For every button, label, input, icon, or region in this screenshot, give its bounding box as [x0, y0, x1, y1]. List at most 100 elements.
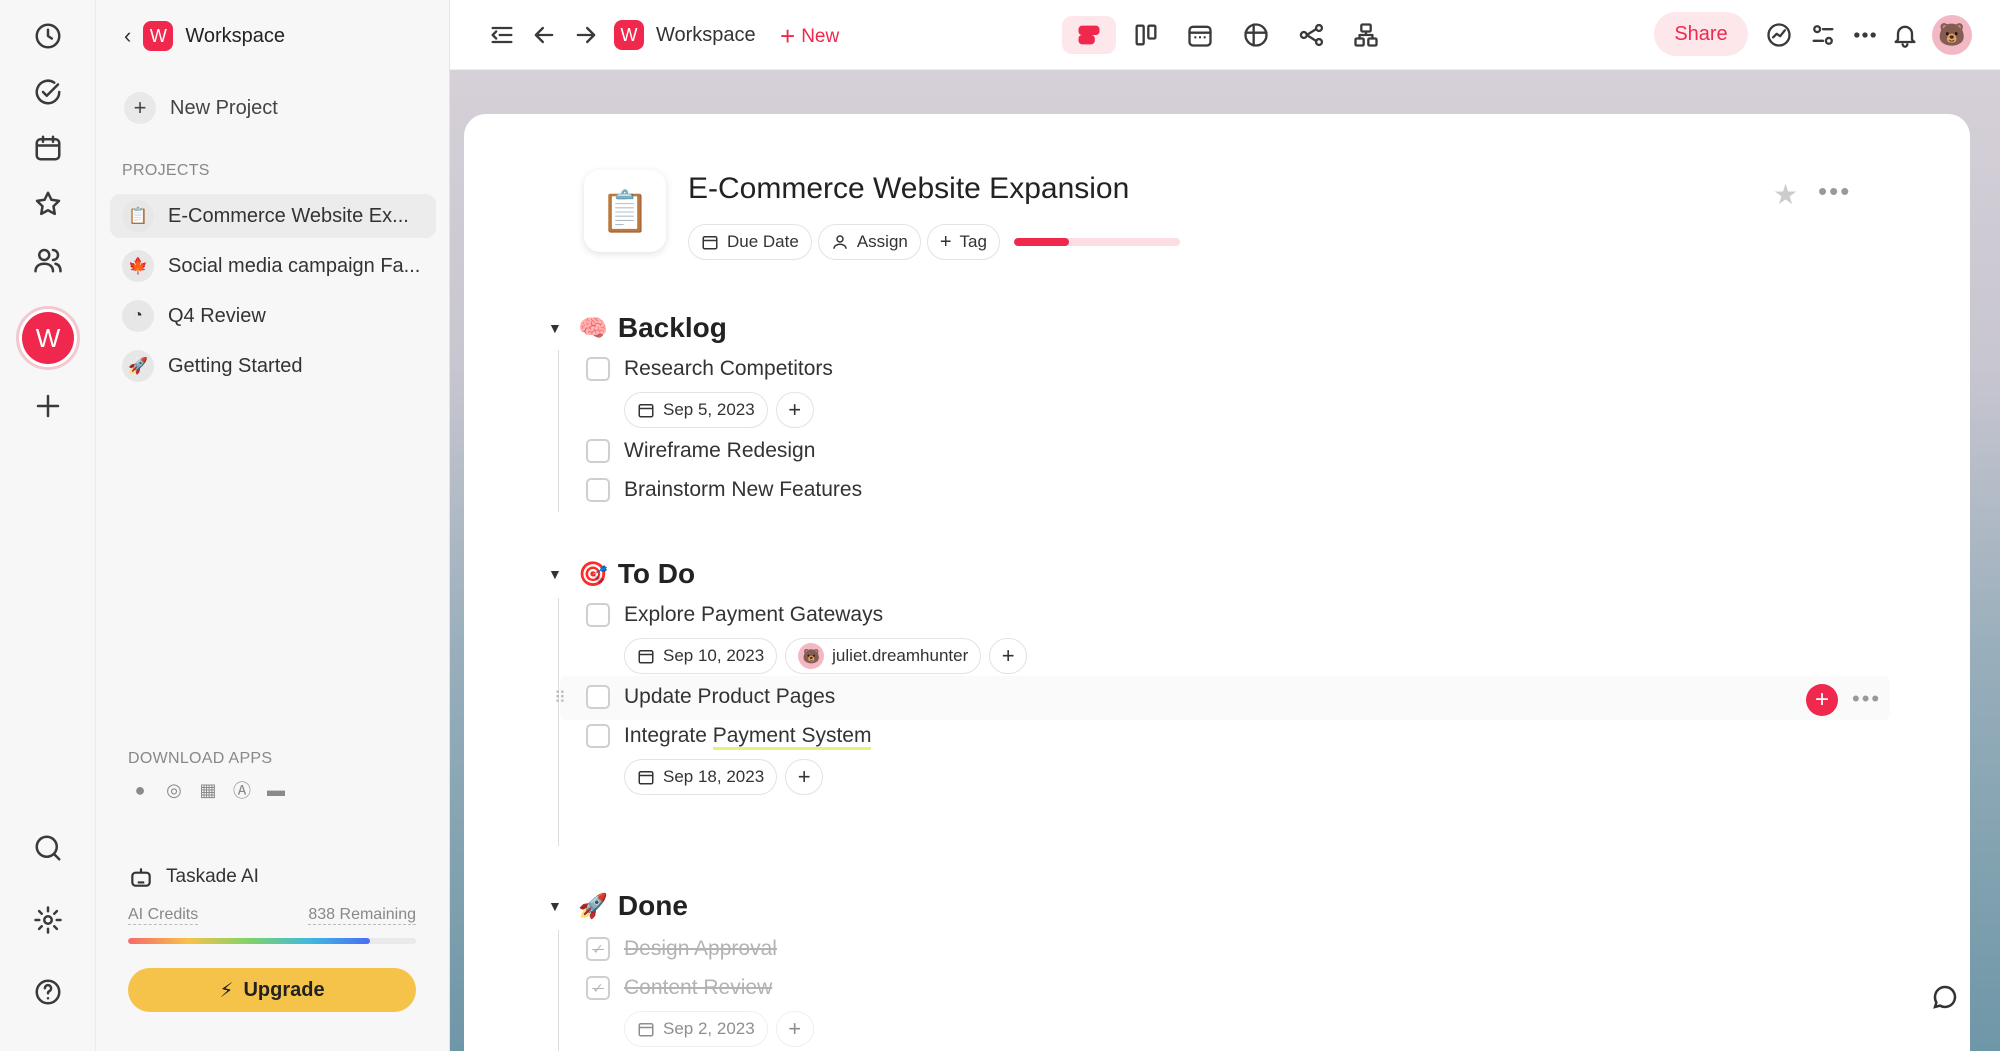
- add-meta-button[interactable]: +: [775, 1011, 814, 1047]
- task-row-done[interactable]: ✓ Content Review: [586, 976, 772, 1000]
- users-icon[interactable]: [26, 238, 70, 282]
- task-checkbox[interactable]: [586, 478, 610, 502]
- project-icon[interactable]: 📋: [584, 170, 666, 252]
- workspace-switcher[interactable]: ‹ W Workspace: [124, 18, 285, 54]
- task-row[interactable]: Explore Payment Gateways: [586, 603, 883, 627]
- analytics-icon[interactable]: [1760, 16, 1798, 54]
- new-button[interactable]: + New: [780, 21, 839, 52]
- task-date-chip[interactable]: Sep 10, 2023: [624, 638, 778, 674]
- comment-icon[interactable]: [1930, 982, 1960, 1017]
- task-checkbox[interactable]: [586, 603, 610, 627]
- task-date-chip[interactable]: Sep 5, 2023: [624, 392, 768, 428]
- task-row[interactable]: Wireframe Redesign: [586, 439, 815, 463]
- breadcrumb-workspace[interactable]: W Workspace: [614, 20, 756, 50]
- task-date-chip[interactable]: Sep 18, 2023: [624, 759, 778, 795]
- forward-arrow-icon[interactable]: [568, 16, 604, 54]
- calendar-view-icon[interactable]: [1180, 16, 1220, 54]
- add-workspace-icon[interactable]: [26, 384, 70, 428]
- task-label[interactable]: Research Competitors: [624, 357, 833, 381]
- android-icon[interactable]: ▬: [266, 780, 286, 800]
- task-date-chip[interactable]: Sep 2, 2023: [624, 1011, 768, 1047]
- task-row[interactable]: Update Product Pages: [586, 685, 835, 709]
- section-done[interactable]: ▼ 🚀 Done: [548, 890, 688, 922]
- calendar-icon: [638, 771, 654, 785]
- task-checkbox[interactable]: [586, 724, 610, 748]
- board-view-icon[interactable]: [1126, 16, 1166, 54]
- task-label[interactable]: Design Approval: [624, 937, 777, 961]
- list-view-icon[interactable]: [1062, 16, 1116, 54]
- back-arrow-icon[interactable]: [526, 16, 562, 54]
- favorite-star-icon[interactable]: ★: [1773, 178, 1798, 211]
- add-meta-button[interactable]: +: [785, 759, 824, 795]
- ai-credits-bar: [128, 938, 416, 944]
- user-avatar[interactable]: 🐻: [1932, 15, 1972, 55]
- add-meta-button[interactable]: +: [775, 392, 814, 428]
- project-item-getting-started[interactable]: 🚀 Getting Started: [110, 344, 436, 388]
- task-label[interactable]: Brainstorm New Features: [624, 478, 862, 502]
- collapse-sidebar-icon[interactable]: [484, 16, 520, 54]
- org-chart-view-icon[interactable]: [1346, 16, 1386, 54]
- top-bar: W Workspace + New Share 🐻: [450, 0, 2000, 70]
- task-label[interactable]: Integrate Payment System: [624, 724, 872, 750]
- task-date: Sep 5, 2023: [663, 400, 755, 419]
- section-title: Done: [617, 890, 688, 921]
- app-rail: W: [0, 0, 96, 1051]
- chevron-left-icon[interactable]: ‹: [124, 23, 131, 49]
- workspace-badge: W: [143, 21, 174, 51]
- check-circle-icon[interactable]: [26, 70, 70, 114]
- task-checkbox-checked[interactable]: ✓: [586, 976, 610, 1000]
- more-options-icon[interactable]: [1846, 16, 1884, 54]
- task-assignee-chip[interactable]: 🐻 juliet.dreamhunter: [785, 638, 982, 674]
- task-checkbox-checked[interactable]: ✓: [586, 937, 610, 961]
- task-row-done[interactable]: ✓ Design Approval: [586, 937, 777, 961]
- tag-button[interactable]: + Tag: [926, 224, 1000, 260]
- section-backlog[interactable]: ▼ 🧠 Backlog: [548, 312, 727, 344]
- star-icon[interactable]: [26, 182, 70, 226]
- task-label[interactable]: Explore Payment Gateways: [624, 603, 883, 627]
- project-more-icon[interactable]: •••: [1818, 176, 1851, 207]
- apple-icon[interactable]: ●: [130, 780, 150, 800]
- settings-gear-icon[interactable]: [26, 898, 70, 942]
- filter-sliders-icon[interactable]: [1804, 16, 1842, 54]
- task-row[interactable]: Research Competitors: [586, 357, 833, 381]
- help-icon[interactable]: [26, 970, 70, 1014]
- project-item-q4-review[interactable]: ◔ Q4 Review: [110, 294, 436, 338]
- table-view-icon[interactable]: [1236, 16, 1276, 54]
- workspace-avatar[interactable]: W: [16, 306, 80, 370]
- upgrade-button[interactable]: ⚡ Upgrade: [128, 968, 416, 1012]
- collapse-caret-icon[interactable]: ▼: [548, 566, 568, 582]
- drag-handle-icon[interactable]: ⠿: [554, 688, 566, 708]
- section-guide-line: [558, 350, 559, 512]
- task-label[interactable]: Update Product Pages: [624, 685, 835, 709]
- project-item-ecommerce[interactable]: 📋 E-Commerce Website Ex...: [110, 194, 436, 238]
- due-date-button[interactable]: Due Date: [688, 224, 812, 260]
- task-more-icon[interactable]: •••: [1852, 686, 1881, 712]
- section-todo[interactable]: ▼ 🎯 To Do: [548, 558, 695, 590]
- add-subtask-button[interactable]: +: [1806, 684, 1838, 716]
- calendar-icon[interactable]: [26, 126, 70, 170]
- project-title[interactable]: E-Commerce Website Expansion: [688, 172, 1129, 206]
- collapse-caret-icon[interactable]: ▼: [548, 320, 568, 336]
- task-label[interactable]: Content Review: [624, 976, 772, 1000]
- taskade-ai-row[interactable]: Taskade AI: [128, 864, 259, 890]
- collapse-caret-icon[interactable]: ▼: [548, 898, 568, 914]
- project-progress-bar: [1013, 238, 1180, 246]
- task-checkbox[interactable]: [586, 357, 610, 381]
- assign-button[interactable]: Assign: [817, 224, 921, 260]
- task-label[interactable]: Wireframe Redesign: [624, 439, 815, 463]
- task-checkbox[interactable]: [586, 685, 610, 709]
- bell-icon[interactable]: [1886, 16, 1924, 54]
- task-row[interactable]: Integrate Payment System: [586, 724, 872, 750]
- chrome-icon[interactable]: ◎: [164, 780, 184, 800]
- mindmap-view-icon[interactable]: [1292, 16, 1332, 54]
- add-meta-button[interactable]: +: [989, 638, 1028, 674]
- app-store-icon[interactable]: Ⓐ: [232, 780, 252, 801]
- windows-icon[interactable]: ▦: [198, 780, 218, 800]
- clock-icon[interactable]: [26, 14, 70, 58]
- search-icon[interactable]: [26, 826, 70, 870]
- task-row[interactable]: Brainstorm New Features: [586, 478, 862, 502]
- share-button[interactable]: Share: [1654, 12, 1748, 56]
- new-project-button[interactable]: + New Project: [124, 92, 278, 124]
- task-checkbox[interactable]: [586, 439, 610, 463]
- project-item-social-media[interactable]: 🍁 Social media campaign Fa...: [110, 244, 436, 288]
